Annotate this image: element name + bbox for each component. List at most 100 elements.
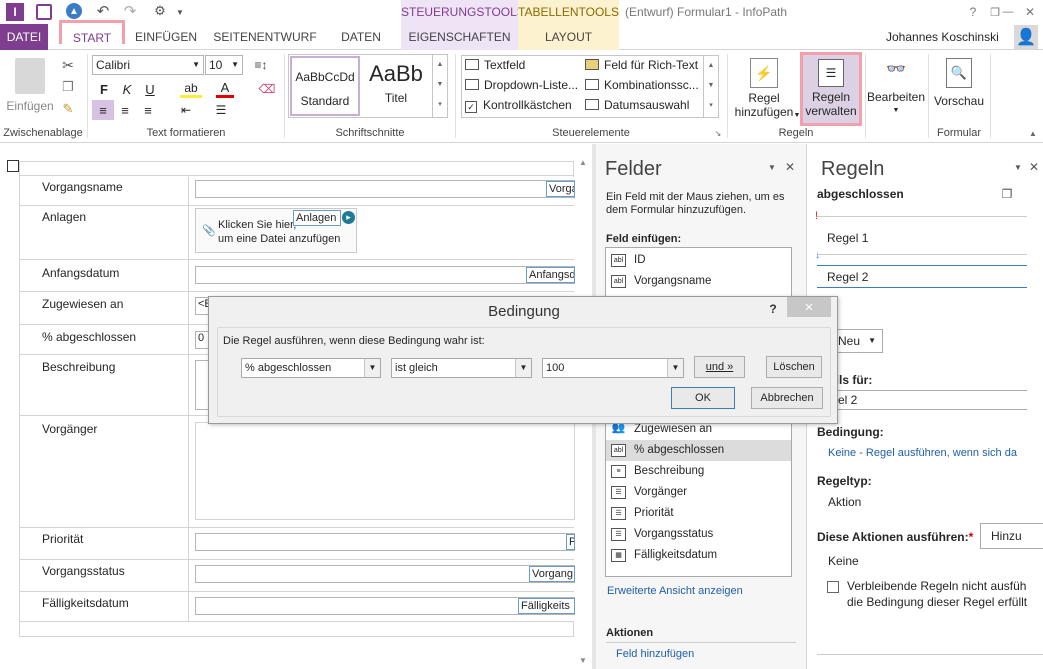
tab-einfuegen[interactable]: EINFÜGEN bbox=[131, 24, 201, 50]
table-select-handle[interactable] bbox=[7, 160, 19, 172]
copy-rule-icon[interactable]: ❐ bbox=[999, 186, 1015, 202]
dialog-help-button[interactable]: ? bbox=[765, 301, 781, 317]
close-button[interactable]: ✕ bbox=[1021, 3, 1039, 21]
dialog-close-button[interactable]: ✕ bbox=[787, 297, 831, 317]
bold-button[interactable]: F bbox=[96, 80, 112, 98]
scroll-down-icon[interactable]: ▼ bbox=[579, 656, 587, 665]
italic-button[interactable]: K bbox=[119, 80, 135, 98]
text-field-icon: abl bbox=[611, 275, 626, 288]
ruletype-label: Regeltyp: bbox=[817, 474, 872, 488]
add-action-button[interactable]: Hinzu bbox=[980, 523, 1043, 549]
field-vorgangsstatus[interactable] bbox=[195, 565, 575, 583]
control-combobox[interactable]: Kombinationssc... bbox=[585, 78, 699, 92]
field-vorgaenger[interactable] bbox=[195, 422, 575, 520]
control-checkbox[interactable]: ✓ Kontrollkästchen bbox=[465, 98, 572, 113]
control-textfeld[interactable]: Textfeld bbox=[465, 58, 525, 72]
undo-icon[interactable]: ↶ bbox=[95, 3, 111, 20]
condition-field-select[interactable]: % abgeschlossen ▼ bbox=[241, 358, 381, 378]
tab-layout[interactable]: LAYOUT bbox=[518, 24, 619, 50]
binoculars-icon: 👓 bbox=[886, 61, 906, 78]
underline-button[interactable]: U bbox=[142, 80, 158, 98]
font-size-select[interactable]: 10 ▼ bbox=[205, 55, 243, 75]
help-button[interactable]: ? bbox=[964, 3, 982, 21]
field-vorgangsname[interactable] bbox=[195, 180, 575, 198]
indent-icon[interactable]: ⇤ bbox=[175, 100, 197, 120]
style-titel-name: Titel bbox=[384, 91, 408, 105]
tab-daten[interactable]: DATEN bbox=[334, 24, 388, 50]
collapse-ribbon-icon[interactable]: ▲ bbox=[1028, 128, 1038, 138]
avatar[interactable]: 👤 bbox=[1014, 25, 1038, 49]
stop-rules-checkbox[interactable] bbox=[827, 581, 839, 593]
pane-options-icon[interactable]: ▼ bbox=[1013, 162, 1023, 172]
bullets-icon[interactable]: ☰ bbox=[210, 100, 232, 120]
add-rule-button[interactable]: ⚡ Regel hinzufügen bbox=[731, 54, 797, 124]
pane-options-icon[interactable]: ▼ bbox=[767, 162, 777, 172]
list-item[interactable]: ≡ Beschreibung bbox=[606, 461, 791, 482]
manage-rules-button[interactable]: ☰ Regeln verwalten bbox=[800, 52, 862, 126]
publish-icon[interactable]: ▲ bbox=[66, 3, 82, 19]
minimize-button[interactable]: — bbox=[999, 3, 1017, 21]
controls-scrollbar[interactable]: ▲ ▼ ▾ bbox=[703, 56, 718, 117]
style-titel[interactable]: AaBb Titel bbox=[362, 56, 430, 116]
text-field-icon: abl bbox=[611, 444, 626, 457]
align-left-icon[interactable]: ≡ bbox=[92, 100, 114, 120]
rule-item-2[interactable]: Regel 2 bbox=[817, 265, 1027, 288]
rule-item-1[interactable]: Regel 1 bbox=[827, 231, 868, 245]
condition-operator-select[interactable]: ist gleich ▼ bbox=[391, 358, 532, 378]
styles-scrollbar[interactable]: ▲ ▼ ▾ bbox=[432, 55, 447, 117]
save-icon[interactable] bbox=[36, 4, 52, 20]
preview-button[interactable]: 🔍 Vorschau bbox=[930, 54, 988, 124]
condition-value-select[interactable]: 100 ▼ bbox=[542, 358, 684, 378]
list-item[interactable]: ☰ Vorgänger bbox=[606, 482, 791, 503]
rules-quick-icon[interactable]: ⚙ bbox=[152, 3, 168, 19]
highlight-color-icon[interactable]: ab bbox=[180, 80, 202, 98]
list-item[interactable]: ☰ Priorität bbox=[606, 503, 791, 524]
pane-close-icon[interactable]: ✕ bbox=[783, 160, 797, 174]
dialog-launcher-icon[interactable]: ↘ bbox=[713, 128, 723, 138]
format-painter-icon[interactable]: ✎ bbox=[59, 100, 77, 118]
list-item[interactable]: ▦ Fälligkeitsdatum bbox=[606, 545, 791, 566]
details-name-field[interactable]: el 2 bbox=[817, 390, 1027, 410]
and-button[interactable]: und » bbox=[694, 356, 745, 378]
group-label-clipboard: Zwischenablage bbox=[3, 127, 83, 139]
style-standard[interactable]: AaBbCcDd Standard bbox=[290, 56, 360, 116]
list-item[interactable]: abl % abgeschlossen bbox=[606, 440, 791, 461]
align-right-icon[interactable]: ≡ bbox=[139, 100, 157, 120]
pane-close-icon[interactable]: ✕ bbox=[1027, 160, 1041, 174]
clear-format-icon[interactable]: ⌫ bbox=[258, 80, 276, 98]
tab-start[interactable]: START bbox=[59, 20, 125, 45]
paste-button[interactable]: Einfügen bbox=[6, 54, 54, 120]
field-prioritaet[interactable] bbox=[195, 533, 575, 551]
font-name-select[interactable]: Calibri ▼ bbox=[92, 55, 204, 75]
scroll-up-icon[interactable]: ▲ bbox=[579, 158, 587, 167]
line-spacing-icon[interactable]: ≡↕ bbox=[248, 55, 274, 75]
rule-indicator-icon[interactable]: ▸ bbox=[342, 211, 355, 224]
list-item[interactable]: ☰ Vorgangsstatus bbox=[606, 524, 791, 545]
customize-qat-icon[interactable]: ▼ bbox=[175, 5, 185, 19]
copy-icon[interactable]: ❐ bbox=[59, 78, 77, 96]
cancel-button[interactable]: Abbrechen bbox=[751, 387, 823, 409]
tab-seitenentwurf[interactable]: SEITENENTWURF bbox=[212, 24, 318, 50]
cut-icon[interactable]: ✂ bbox=[59, 56, 77, 74]
control-dropdown[interactable]: Dropdown-Liste... bbox=[465, 78, 578, 92]
field-anfangsdatum[interactable] bbox=[195, 266, 575, 284]
user-name[interactable]: Johannes Koschinski bbox=[886, 30, 999, 44]
list-item-label: ID bbox=[634, 254, 646, 266]
context-tabellentools: TABELLENTOOLS bbox=[518, 0, 619, 24]
delete-button[interactable]: Löschen bbox=[766, 356, 822, 378]
redo-icon[interactable]: ↷ bbox=[122, 3, 138, 20]
control-textfeld-label: Textfeld bbox=[484, 58, 526, 72]
add-field-link[interactable]: Feld hinzufügen bbox=[616, 648, 694, 660]
condition-link[interactable]: Keine - Regel ausführen, wenn sich da bbox=[828, 447, 1043, 459]
advanced-view-link[interactable]: Erweiterte Ansicht anzeigen bbox=[607, 585, 743, 597]
font-color-icon[interactable]: A bbox=[216, 80, 234, 98]
list-item[interactable]: abl ID bbox=[606, 250, 791, 271]
list-item[interactable]: abl Vorgangsname bbox=[606, 271, 791, 292]
control-richtext[interactable]: Feld für Rich-Text bbox=[585, 58, 698, 72]
control-datepicker[interactable]: Datumsauswahl bbox=[585, 98, 689, 112]
tab-eigenschaften[interactable]: EIGENSCHAFTEN bbox=[401, 24, 518, 50]
edit-button[interactable]: 👓 Bearbeiten ▼ bbox=[866, 54, 926, 124]
tab-datei[interactable]: DATEI bbox=[0, 24, 48, 50]
ok-button[interactable]: OK bbox=[671, 387, 735, 409]
align-center-icon[interactable]: ≡ bbox=[116, 100, 134, 120]
